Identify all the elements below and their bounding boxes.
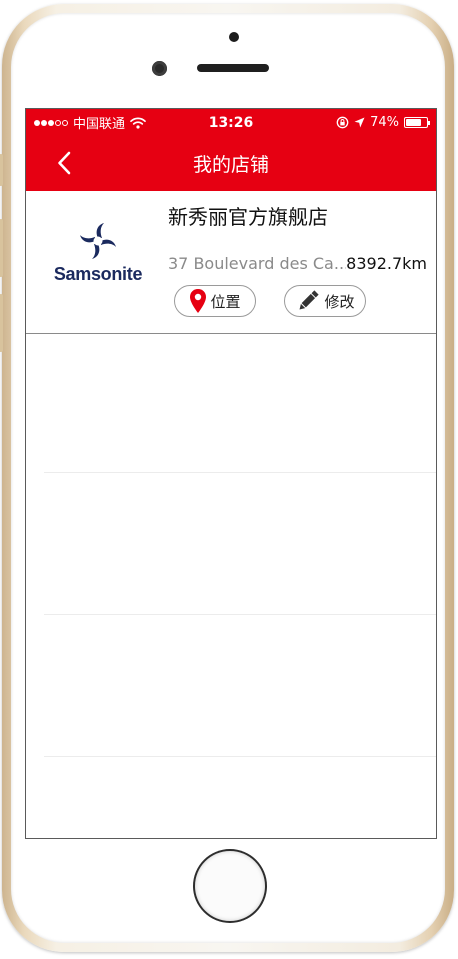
volume-up-button: [0, 219, 3, 277]
samsonite-emblem-icon: [80, 223, 116, 259]
store-logo-text: Samsonite: [53, 264, 143, 284]
battery-level: [406, 119, 421, 126]
list-divider: [44, 756, 436, 757]
mute-switch: [0, 154, 3, 186]
status-left: 中国联通: [34, 113, 146, 132]
location-button[interactable]: 位置: [174, 285, 256, 317]
home-button[interactable]: [195, 851, 265, 921]
store-address: 37 Boulevard des Ca...: [168, 254, 350, 273]
status-bar: 中国联通 13:26 74%: [26, 109, 436, 136]
chevron-left-icon: [58, 151, 71, 175]
location-arrow-icon: [354, 117, 365, 128]
pencil-icon: [299, 290, 320, 310]
list-divider: [44, 614, 436, 615]
map-pin-icon: [190, 289, 207, 313]
list-divider: [44, 472, 436, 473]
front-camera: [152, 61, 167, 76]
app-screen: 中国联通 13:26 74% 我的店铺 Samsonite 新秀丽官方旗舰店 3…: [25, 108, 437, 839]
store-card[interactable]: Samsonite 新秀丽官方旗舰店 37 Boulevard des Ca..…: [26, 191, 436, 334]
battery-icon: [404, 117, 430, 128]
nav-bar: 我的店铺: [26, 136, 436, 191]
signal-strength-icon: [34, 119, 68, 126]
battery-percent: 74%: [370, 115, 399, 130]
wifi-icon: [130, 116, 146, 129]
location-button-label: 位置: [210, 292, 241, 311]
edit-button[interactable]: 修改: [284, 285, 366, 317]
proximity-sensor: [229, 32, 239, 42]
earpiece-speaker: [197, 64, 269, 72]
rotation-lock-icon: [336, 116, 349, 129]
store-logo: Samsonite: [40, 221, 156, 293]
carrier-name: 中国联通: [73, 117, 126, 132]
page-title: 我的店铺: [192, 154, 269, 176]
store-name: 新秀丽官方旗舰店: [168, 205, 328, 229]
status-right: 74%: [336, 115, 430, 130]
edit-button-label: 修改: [324, 292, 355, 311]
volume-down-button: [0, 294, 3, 352]
back-button[interactable]: [52, 148, 76, 178]
store-distance: 8392.7km: [346, 254, 427, 273]
